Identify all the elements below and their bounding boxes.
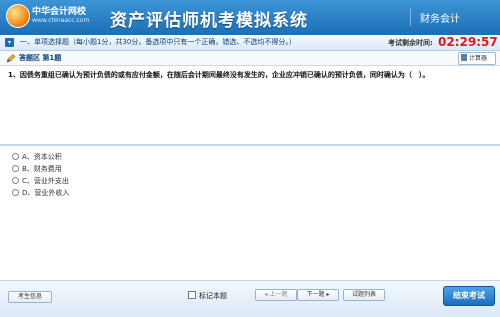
option-b[interactable]: B、财务费用 [12,164,69,176]
mark-question[interactable]: 标记本题 [188,291,227,301]
timer-label: 考试剩余时间: [388,39,433,47]
option-d-label: D、营业外收入 [22,189,70,197]
app-header: 中华会计网校 www.chinaacc.com 资产评估师机考模拟系统 财务会计 [0,0,500,35]
option-a[interactable]: A、资本公积 [12,152,69,164]
option-a-radio[interactable] [12,153,19,160]
question-text: 1、因债务重组已确认为预计负债的或有应付金额，在随后会计期间最终没有发生的，企业… [8,71,430,79]
logo-name: 中华会计网校 [32,7,87,17]
logo-url: www.chinaacc.com [32,17,90,24]
option-c-radio[interactable] [12,177,19,184]
calculator-icon [461,54,467,61]
timer-value: 02:29:57 [438,35,498,49]
next-question-button[interactable]: 下一题 ▸ [297,289,339,301]
option-d-radio[interactable] [12,189,19,196]
option-b-radio[interactable] [12,165,19,172]
section-bar: ▾ 一、单项选择题（每小题1分，共30分。备选项中只有一个正确，错选、不选均不得… [0,35,500,51]
end-exam-button[interactable]: 结束考试 [443,286,495,306]
question-divider [0,144,500,146]
mark-question-label: 标记本题 [199,292,227,300]
calculator-button[interactable]: 计算器 [458,52,496,65]
candidate-info-button[interactable]: 考生信息 [8,291,52,303]
calculator-label: 计算器 [469,55,488,62]
header-divider [410,8,411,26]
option-c[interactable]: C、营业外支出 [12,176,69,188]
option-c-label: C、营业外支出 [22,177,69,185]
system-title: 资产评估师机考模拟系统 [110,11,308,31]
option-a-label: A、资本公积 [22,153,62,161]
collapse-toggle-button[interactable]: ▾ [5,38,14,47]
answer-options: A、资本公积 B、财务费用 C、营业外支出 D、营业外收入 [12,152,69,200]
previous-question-button[interactable]: ◂ 上一题 [255,289,297,301]
mark-question-checkbox[interactable] [188,291,196,299]
answer-area-title: 答题区 第1题 [19,54,62,62]
section-title: 一、单项选择题（每小题1分，共30分。备选项中只有一个正确，错选、不选均不得分。… [20,38,296,46]
option-b-label: B、财务费用 [22,165,62,173]
question-area: 1、因债务重组已确认为预计负债的或有应付金额，在随后会计期间最终没有发生的，企业… [0,66,500,144]
globe-logo-icon [6,4,30,28]
subject-name: 财务会计 [420,14,460,25]
footer-bar: 考生信息 标记本题 ◂ 上一题 下一题 ▸ 试题列表 结束考试 [0,281,500,317]
pencil-icon [6,54,16,63]
answer-area-header: 答题区 第1题 计算器 [0,51,500,66]
option-d[interactable]: D、营业外收入 [12,188,69,200]
question-list-button[interactable]: 试题列表 [343,289,385,301]
